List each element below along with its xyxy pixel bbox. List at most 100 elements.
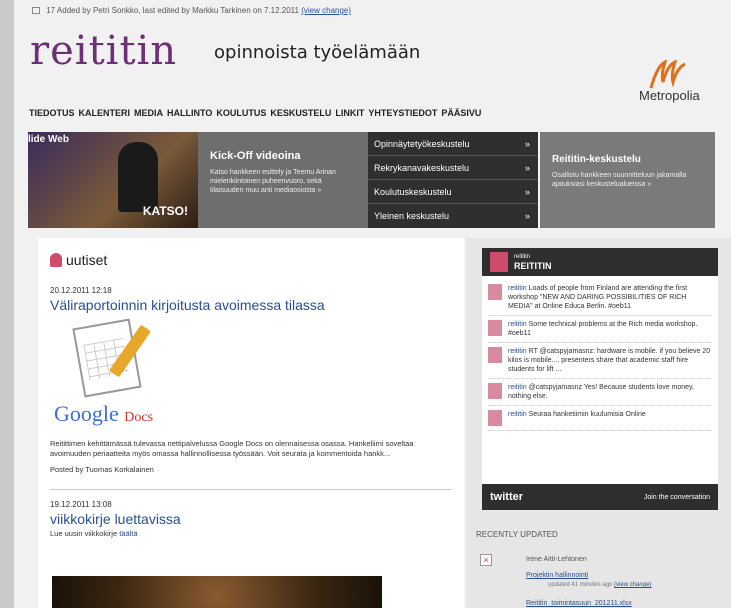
google-docs-image: Google Docs xyxy=(54,318,204,433)
nav-item-koulutus[interactable]: KOULUTUS xyxy=(216,108,266,118)
menu-item-label: Koulutuskeskustelu xyxy=(374,186,452,197)
sidebar: reititin REITITIN reititin Loads of peopl… xyxy=(466,238,731,608)
post-divider xyxy=(50,489,452,490)
avatar[interactable] xyxy=(488,320,502,336)
tweet-body: Seuraa hanketiimin kuulumisia Online xyxy=(528,411,646,418)
menu-item-label: Opinnäytetyökeskustelu xyxy=(374,138,470,149)
recently-updated-heading: RECENTLY UPDATED xyxy=(476,530,558,539)
tweet-text: reititin Seuraa hanketiimin kuulumisia O… xyxy=(508,410,646,426)
nav-item-hallinto[interactable]: HALLINTO xyxy=(167,108,212,118)
twitter-account-name: REITITIN xyxy=(514,261,552,271)
avatar[interactable] xyxy=(488,347,502,363)
menu-arrow-icon: » xyxy=(524,186,530,197)
nav-item-keskustelu[interactable]: KESKUSTELU xyxy=(270,108,331,118)
banner: lide Web KATSO! Kick-Off videoina Katso … xyxy=(28,132,728,228)
menu-arrow-icon: » xyxy=(524,211,530,221)
updated-file-link[interactable]: Reititin_toimintasuun_201211.xlsx xyxy=(526,600,632,607)
metropolia-text: Metropolia xyxy=(639,88,700,103)
forum-title: Reititin-keskustelu xyxy=(552,154,641,165)
menu-item-label: Yleinen keskustelu xyxy=(374,211,450,221)
tweet-body: RT @catspyjamasnz: hardware is mobile. i… xyxy=(508,348,711,373)
tweet-user[interactable]: reititin xyxy=(508,384,527,391)
page-meta-text: 17 Added by Petri Sonkko, last edited by… xyxy=(46,6,299,15)
post-body-link[interactable]: täältä xyxy=(119,529,137,538)
tweet: reititin RT @catspyjamasnz: hardware is … xyxy=(488,343,712,379)
updated-page-link[interactable]: Projektin hallinnointi xyxy=(526,572,588,579)
tweet: reititin Seuraa hanketiimin kuulumisia O… xyxy=(488,406,712,431)
menu-item-opinnaytetyo[interactable]: Opinnäytetyökeskustelu » xyxy=(368,132,538,156)
metropolia-logo[interactable]: Metropolia xyxy=(639,60,719,104)
docs-word: Docs xyxy=(124,410,154,425)
nav-item-media[interactable]: MEDIA xyxy=(134,108,163,118)
tweet-user[interactable]: reititin xyxy=(508,321,527,328)
tweet-body: @catspyjamasnz Yes! Because students lov… xyxy=(508,384,694,400)
join-conversation-link[interactable]: Join the conversation xyxy=(644,494,710,501)
page-icon xyxy=(32,7,40,14)
post-author: Posted by Tuomas Korkalainen xyxy=(50,465,154,474)
post-body-text: Lue uusin viikkokirje xyxy=(50,529,120,538)
news-heading: uutiset xyxy=(50,252,452,268)
tweet: reititin Some technical problems at the … xyxy=(488,316,712,343)
tweet-user[interactable]: reititin xyxy=(508,285,527,292)
tweet-text: reititin RT @catspyjamasnz: hardware is … xyxy=(508,347,712,374)
menu-item-koulutus[interactable]: Koulutuskeskustelu » xyxy=(368,180,538,204)
forum-desc: Osallistu hankkeen suunnitteluun jakamal… xyxy=(552,172,687,188)
tweet: reititin Loads of people from Finland ar… xyxy=(488,280,712,316)
close-icon[interactable]: × xyxy=(480,554,492,566)
twitter-header[interactable]: reititin REITITIN xyxy=(482,248,718,276)
video-cta[interactable]: KATSO! xyxy=(143,204,188,218)
reititin-avatar xyxy=(490,252,508,272)
nav-item-paasivu[interactable]: PÄÄSIVU xyxy=(441,108,481,118)
news-column: uutiset 20.12.2011 12:18 Väliraportoinni… xyxy=(38,238,464,608)
post-date: 19.12.2011 13:08 xyxy=(50,500,112,509)
tweet-body: Some technical problems at the Rich medi… xyxy=(508,321,698,337)
video-slide-label: lide Web xyxy=(28,134,69,145)
tweet: reititin @catspyjamasnz Yes! Because stu… xyxy=(488,379,712,406)
post-title-link[interactable]: viikkokirje luettavissa xyxy=(50,511,452,527)
updater-name[interactable]: Irene Aitti-Lehtonen xyxy=(526,556,587,563)
avatar[interactable] xyxy=(488,383,502,399)
tweet-text: reititin @catspyjamasnz Yes! Because stu… xyxy=(508,383,712,401)
avatar[interactable] xyxy=(488,410,502,426)
tweet-list[interactable]: reititin Loads of people from Finland ar… xyxy=(482,276,718,484)
twitter-widget: reititin REITITIN reititin Loads of peopl… xyxy=(482,248,718,510)
kickoff-desc: Katso hankkeen esittely ja Teemu Arinan … xyxy=(210,169,336,194)
discussion-menu: Opinnäytetyökeskustelu » Rekrykanavakesku… xyxy=(368,132,538,228)
menu-item-rekrykanava[interactable]: Rekrykanavakeskustelu » xyxy=(368,156,538,180)
post-title-link[interactable]: Väliraportoinnin kirjoitusta avoimessa t… xyxy=(50,297,452,313)
page-meta: 17 Added by Petri Sonkko, last edited by… xyxy=(32,6,351,15)
tweet-text: reititin Some technical problems at the … xyxy=(508,320,712,338)
avatar[interactable] xyxy=(488,284,502,300)
kickoff-panel[interactable]: Kick-Off videoina Katso hankkeen esittel… xyxy=(198,132,368,228)
menu-arrow-icon: » xyxy=(524,162,530,173)
metropolia-mark-icon xyxy=(649,60,686,89)
menu-item-yleinen[interactable]: Yleinen keskustelu » xyxy=(368,204,538,228)
tweet-text: reititin Loads of people from Finland ar… xyxy=(508,284,712,311)
tweet-body: Loads of people from Finland are attendi… xyxy=(508,285,688,310)
post-body: Reitittimen kehittämässä tulevassa netti… xyxy=(50,439,414,458)
news-heading-text: uutiset xyxy=(66,252,108,268)
google-word: Google xyxy=(54,401,119,426)
post-date: 20.12.2011 12:18 xyxy=(50,286,112,295)
presenter-figure xyxy=(118,142,158,212)
updated-when: updated 41 minutes ago (view change) xyxy=(548,582,651,588)
tweet-user[interactable]: reititin xyxy=(508,411,527,418)
main-nav: TIEDOTUS KALENTERI MEDIA HALLINTO KOULUT… xyxy=(29,108,481,118)
twitter-account: reititin REITITIN xyxy=(514,253,552,271)
post-image xyxy=(52,576,382,608)
nav-item-kalenteri[interactable]: KALENTERI xyxy=(79,108,131,118)
view-change-link[interactable]: (view change) xyxy=(614,582,651,588)
reititin-icon xyxy=(50,253,62,267)
site-tagline: opinnoista työelämään xyxy=(214,42,421,63)
twitter-footer: twitter Join the conversation xyxy=(482,484,718,510)
menu-arrow-icon: » xyxy=(524,138,530,149)
twitter-logo[interactable]: twitter xyxy=(490,491,523,503)
nav-item-linkit[interactable]: LINKIT xyxy=(335,108,364,118)
view-change-link[interactable]: (view change) xyxy=(301,6,351,15)
nav-item-yhteystiedot[interactable]: YHTEYSTIEDOT xyxy=(368,108,437,118)
tweet-user[interactable]: reititin xyxy=(508,348,527,355)
video-thumbnail[interactable]: lide Web KATSO! xyxy=(28,132,198,228)
site-logo[interactable]: reititin xyxy=(30,28,177,74)
forum-panel[interactable]: Reititin-keskustelu Osallistu hankkeen s… xyxy=(540,132,715,228)
nav-item-tiedotus[interactable]: TIEDOTUS xyxy=(29,108,75,118)
